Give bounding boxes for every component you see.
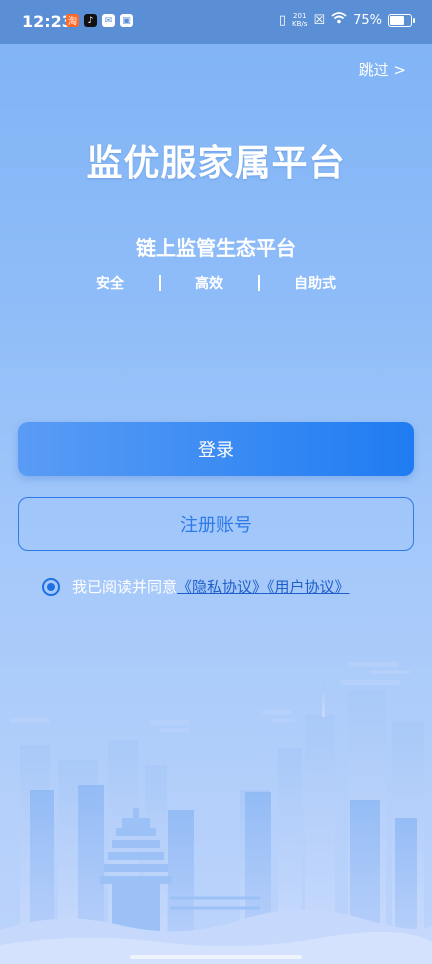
feature-item: 自助式 [294, 276, 336, 292]
city-skyline-illustration [0, 662, 432, 964]
register-button[interactable]: 注册账号 [18, 497, 414, 551]
feature-item: 安全 [96, 276, 124, 292]
status-right: ▯ 201 KB/s ☒ 75% [278, 12, 415, 28]
shopping-app-icon: 淘 [66, 14, 79, 27]
message-icon: ▣ [120, 14, 133, 27]
no-sim-icon: ☒ [313, 12, 326, 28]
skip-button[interactable]: 跳过 > [359, 59, 406, 80]
agreement-text: 我已阅读并同意 [72, 578, 178, 596]
user-agreement-link[interactable]: 《用户协议》 [267, 578, 350, 596]
feature-list: 安全 高效 自助式 [96, 273, 336, 293]
vibrate-icon: ▯ [278, 12, 287, 28]
feature-item: 高效 [195, 276, 223, 292]
mail-icon: ✉ [102, 14, 115, 27]
battery-icon [388, 13, 415, 27]
wifi-icon [331, 12, 347, 28]
network-speed: 201 KB/s [292, 12, 308, 28]
feature-divider [158, 275, 161, 291]
agreement-radio[interactable] [42, 577, 60, 596]
notification-icons: 淘 ♪ ✉ ▣ [66, 14, 133, 27]
radio-checked-dot [47, 582, 55, 591]
status-bar: 12:23 淘 ♪ ✉ ▣ ▯ 201 KB/s ☒ 75% [0, 0, 432, 44]
login-button[interactable]: 登录 [18, 422, 414, 476]
agreement-links: 《隐私协议》《用户协议》 [177, 576, 350, 597]
home-indicator [130, 955, 302, 959]
agreement-row: 我已阅读并同意 《隐私协议》《用户协议》 [42, 576, 350, 597]
battery-fill [390, 15, 404, 25]
privacy-policy-link[interactable]: 《隐私协议》 [177, 578, 267, 596]
app-subtitle: 链上监管生态平台 [136, 236, 296, 260]
battery-percent: 75% [353, 12, 382, 28]
feature-divider [257, 275, 260, 291]
tiktok-icon: ♪ [84, 14, 97, 27]
app-title: 监优服家属平台 [86, 142, 346, 184]
